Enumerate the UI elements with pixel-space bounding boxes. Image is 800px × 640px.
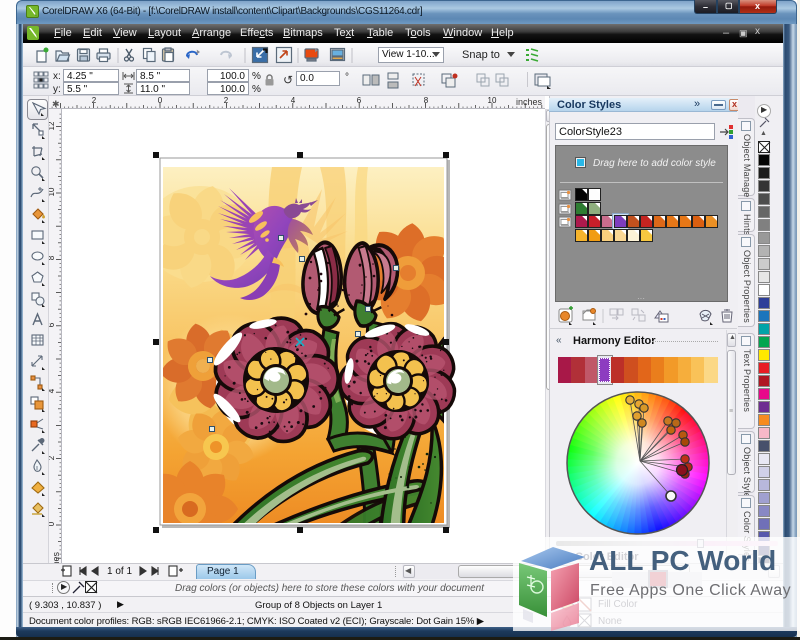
svg-text:4: 4 bbox=[291, 96, 296, 105]
svg-text:10: 10 bbox=[49, 187, 56, 196]
svg-text:4: 4 bbox=[49, 388, 56, 393]
svg-text:6: 6 bbox=[357, 96, 362, 105]
svg-text:8: 8 bbox=[49, 255, 56, 260]
svg-text:0: 0 bbox=[158, 96, 163, 105]
svg-text:10: 10 bbox=[488, 96, 497, 105]
svg-text:2: 2 bbox=[49, 455, 56, 460]
svg-text:2: 2 bbox=[92, 96, 97, 105]
svg-text:2: 2 bbox=[224, 96, 229, 105]
svg-text:6: 6 bbox=[49, 322, 56, 327]
svg-text:12: 12 bbox=[49, 121, 56, 130]
svg-text:0: 0 bbox=[49, 521, 56, 526]
svg-text:8: 8 bbox=[424, 96, 429, 105]
